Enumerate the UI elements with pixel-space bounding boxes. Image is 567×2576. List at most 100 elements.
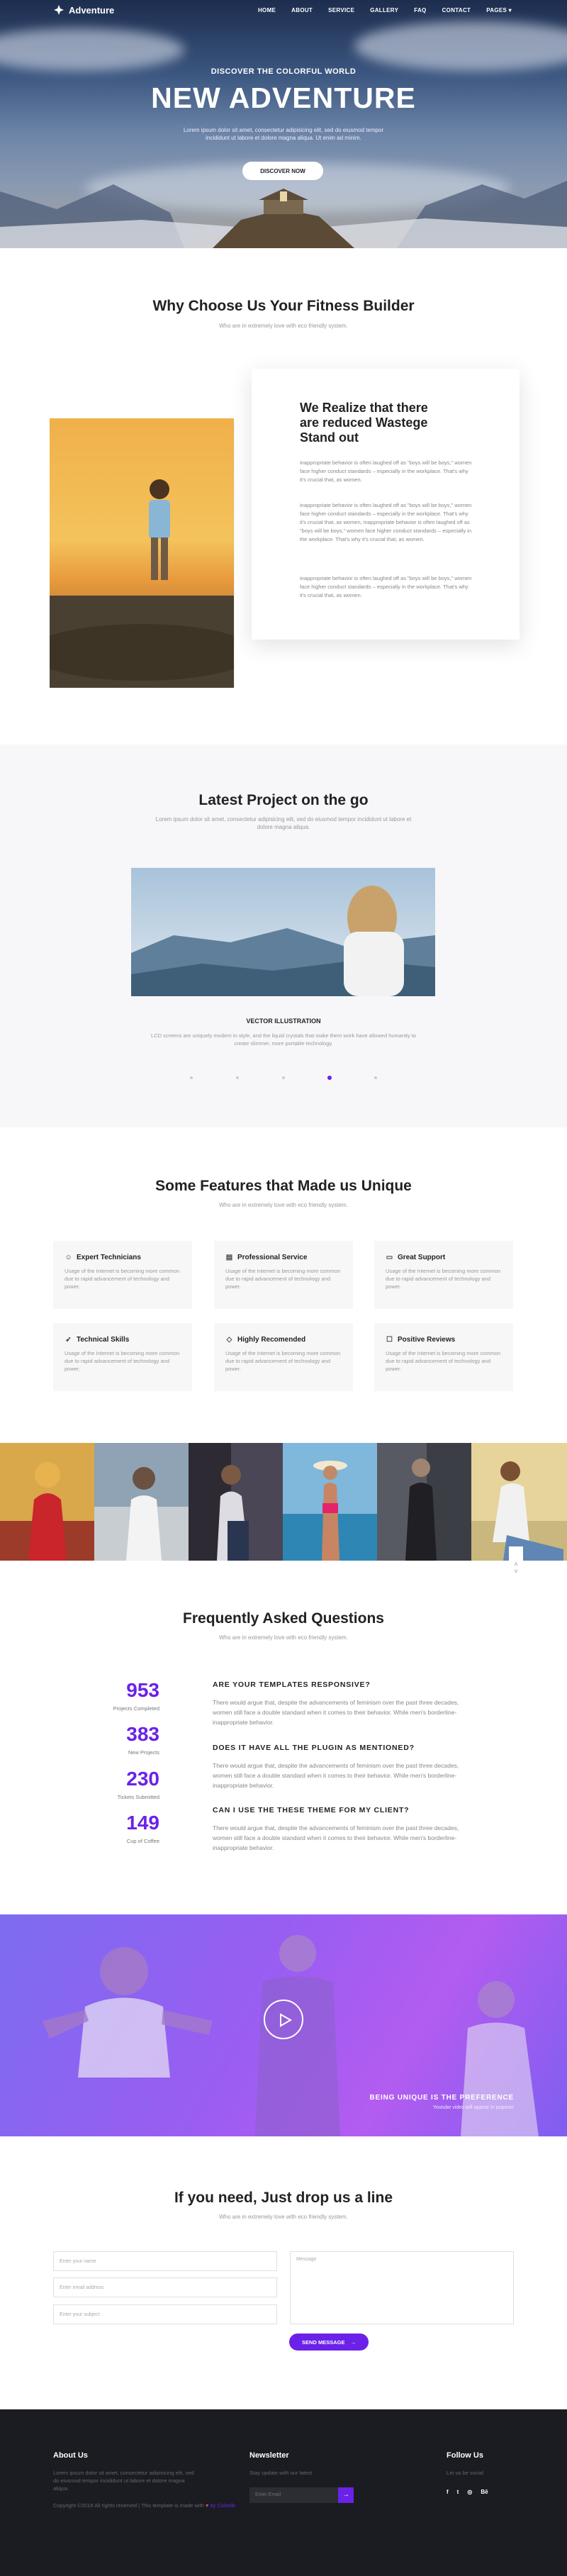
name-input[interactable]: Enter your name <box>53 2251 277 2271</box>
footer-about-text: Lorem ipsum dolor sit amet, consectetur … <box>53 2470 194 2492</box>
page: Adventure HOME ABOUT SERVICE GALLERY FAQ… <box>0 0 567 2576</box>
gallery-photo[interactable] <box>471 1443 567 1561</box>
faq-answer: There would argue that, despite the adva… <box>213 1824 459 1851</box>
colorlib-link[interactable]: by Colorlib <box>210 2502 235 2509</box>
facebook-icon[interactable]: f <box>447 2489 449 2495</box>
stat-number: 953 <box>126 1679 159 1701</box>
gallery-photo[interactable] <box>283 1443 378 1561</box>
dribbble-icon[interactable]: ◎ <box>467 2489 472 2495</box>
heart-icon: ♥ <box>205 2502 209 2509</box>
card-title: We Realize that there are reduced Wasteg… <box>300 401 428 445</box>
feature-text: Usage of the Internet is becoming more c… <box>386 1350 501 1372</box>
carousel-dot[interactable] <box>236 1076 239 1079</box>
footer-about-title: About Us <box>53 2451 88 2460</box>
user-icon: ☺ <box>64 1254 72 1261</box>
behance-icon[interactable]: Bē <box>481 2489 488 2495</box>
nav-item-gallery[interactable]: GALLERY <box>370 7 398 13</box>
chat-icon: ☐ <box>386 1336 393 1344</box>
send-message-label: SEND MESSAGE <box>302 2338 345 2346</box>
stat-label: New Projects <box>128 1749 159 1756</box>
monitor-icon: ▭ <box>386 1254 393 1261</box>
scroll-control-panel[interactable]: ˄ ˅ <box>509 1561 523 1582</box>
faq-question[interactable]: CAN I USE THE THESE THEME FOR MY CLIENT? <box>213 1806 409 1814</box>
carousel-dot[interactable] <box>282 1076 285 1079</box>
hero-title: NEW ADVENTURE <box>151 82 416 114</box>
project-photo[interactable] <box>131 868 435 996</box>
stat-number: 383 <box>126 1723 159 1745</box>
feature-title: Professional Service <box>237 1254 308 1261</box>
email-input[interactable]: Enter email address <box>53 2277 277 2297</box>
chevron-down-icon: ▾ <box>508 7 512 13</box>
gallery-photo[interactable] <box>377 1443 472 1561</box>
footer: About Us Lorem ipsum dolor sit amet, con… <box>0 2409 567 2576</box>
video-subtitle: Youtube video will appear in popover <box>432 2105 514 2110</box>
faq-question[interactable]: ARE YOUR TEMPLATES RESPONSIVE? <box>213 1680 371 1689</box>
stat-label: Tickets Submitted <box>117 1794 159 1800</box>
arrow-right-icon: → <box>342 2491 349 2499</box>
gallery-photo[interactable] <box>94 1443 189 1561</box>
arrow-down-icon[interactable]: ˅ <box>514 1568 517 1575</box>
play-button[interactable] <box>264 2000 303 2039</box>
project-caption-text: LCD screens are uniquely modern in style… <box>151 1032 416 1047</box>
gallery-photo[interactable] <box>0 1443 95 1561</box>
gallery-photo[interactable] <box>189 1443 284 1561</box>
faq-answer: There would argue that, despite the adva… <box>213 1762 459 1789</box>
feature-card: ▭ Great Support Usage of the Internet is … <box>374 1241 513 1309</box>
video-section: BEING UNIQUE IS THE PREFERENCE Youtube v… <box>0 1914 567 2136</box>
nav-item-about[interactable]: ABOUT <box>291 7 313 13</box>
mountain-illustration <box>0 181 567 248</box>
arrow-up-icon[interactable]: ˄ <box>514 1561 517 1568</box>
contact-subtitle: Who are in extremely love with eco frien… <box>219 2214 348 2220</box>
feature-text: Usage of the Internet is becoming more c… <box>225 1350 341 1372</box>
discover-now-button[interactable]: DISCOVER NOW <box>242 162 323 180</box>
stat-number: 230 <box>126 1768 159 1790</box>
nav-item-service[interactable]: SERVICE <box>328 7 354 13</box>
send-message-button[interactable]: SEND MESSAGE → <box>289 2334 369 2351</box>
hero-text: Lorem ipsum dolor sit amet, consectetur … <box>183 127 384 141</box>
scroll-control[interactable] <box>509 1546 523 1561</box>
subject-input[interactable]: Enter your subject <box>53 2304 277 2324</box>
nav-item-pages[interactable]: PAGES ▾ <box>486 7 512 13</box>
brand-icon <box>54 5 64 15</box>
feature-card: ➶ Technical Skills Usage of the Internet … <box>53 1323 192 1391</box>
nav-item-faq[interactable]: FAQ <box>414 7 426 13</box>
card-paragraph-1: inappropriate behavior is often laughed … <box>300 459 472 483</box>
rocket-icon: ➶ <box>65 1336 72 1344</box>
message-textarea[interactable]: Message <box>290 2251 514 2324</box>
footer-newsletter-text: Stay update with our latest <box>249 2470 313 2476</box>
newsletter-submit-button[interactable]: → <box>338 2487 354 2503</box>
hero-section: Adventure HOME ABOUT SERVICE GALLERY FAQ… <box>0 0 567 248</box>
faq-title: Frequently Asked Questions <box>183 1610 384 1627</box>
feature-card: ◇ Highly Recomended Usage of the Internet… <box>214 1323 353 1391</box>
project-caption-title: VECTOR ILLUSTRATION <box>246 1017 321 1025</box>
gallery-strip: ˄ ˅ <box>0 1443 567 1582</box>
newsletter-email-input[interactable]: Enter Email <box>249 2487 338 2503</box>
carousel-dot[interactable] <box>190 1076 193 1079</box>
contact-title: If you need, Just drop us a line <box>174 2190 393 2206</box>
feature-title: Expert Technicians <box>77 1254 141 1261</box>
carousel-dot[interactable] <box>374 1076 377 1079</box>
diamond-icon: ◇ <box>226 1336 232 1344</box>
feature-card: ☺ Expert Technicians Usage of the Interne… <box>53 1241 192 1309</box>
stat-number: 149 <box>126 1812 159 1834</box>
nav-item-contact[interactable]: CONTACT <box>442 7 471 13</box>
faq-question[interactable]: DOES IT HAVE ALL THE PLUGIN AS MENTIONED… <box>213 1744 415 1752</box>
card-paragraph-2: inappropriate behavior is often laughed … <box>300 502 472 542</box>
features-subtitle: Who are in extremely love with eco frien… <box>219 1202 348 1208</box>
twitter-icon[interactable]: t <box>457 2489 459 2495</box>
carousel-dot-active[interactable] <box>327 1076 332 1080</box>
why-title: Why Choose Us Your Fitness Builder <box>152 298 415 314</box>
nav-item-home[interactable]: HOME <box>258 7 276 13</box>
top-navigation: Adventure HOME ABOUT SERVICE GALLERY FAQ… <box>0 0 567 21</box>
feature-text: Usage of the Internet is becoming more c… <box>225 1268 341 1290</box>
copyright-text: Copyright ©2018 All rights reserved | Th… <box>53 2502 204 2509</box>
nav-menu: HOME ABOUT SERVICE GALLERY FAQ CONTACT P… <box>258 7 512 13</box>
stat-label: Projects Completed <box>113 1705 159 1712</box>
carousel-dots <box>0 1075 567 1081</box>
features-title: Some Features that Made us Unique <box>155 1178 412 1194</box>
project-title: Latest Project on the go <box>198 792 369 808</box>
brand-logo[interactable]: Adventure <box>53 4 114 16</box>
card-paragraph-3: inappropriate behavior is often laughed … <box>300 575 472 598</box>
footer-copyright: Copyright ©2018 All rights reserved | Th… <box>53 2502 245 2509</box>
footer-newsletter-title: Newsletter <box>249 2451 289 2460</box>
